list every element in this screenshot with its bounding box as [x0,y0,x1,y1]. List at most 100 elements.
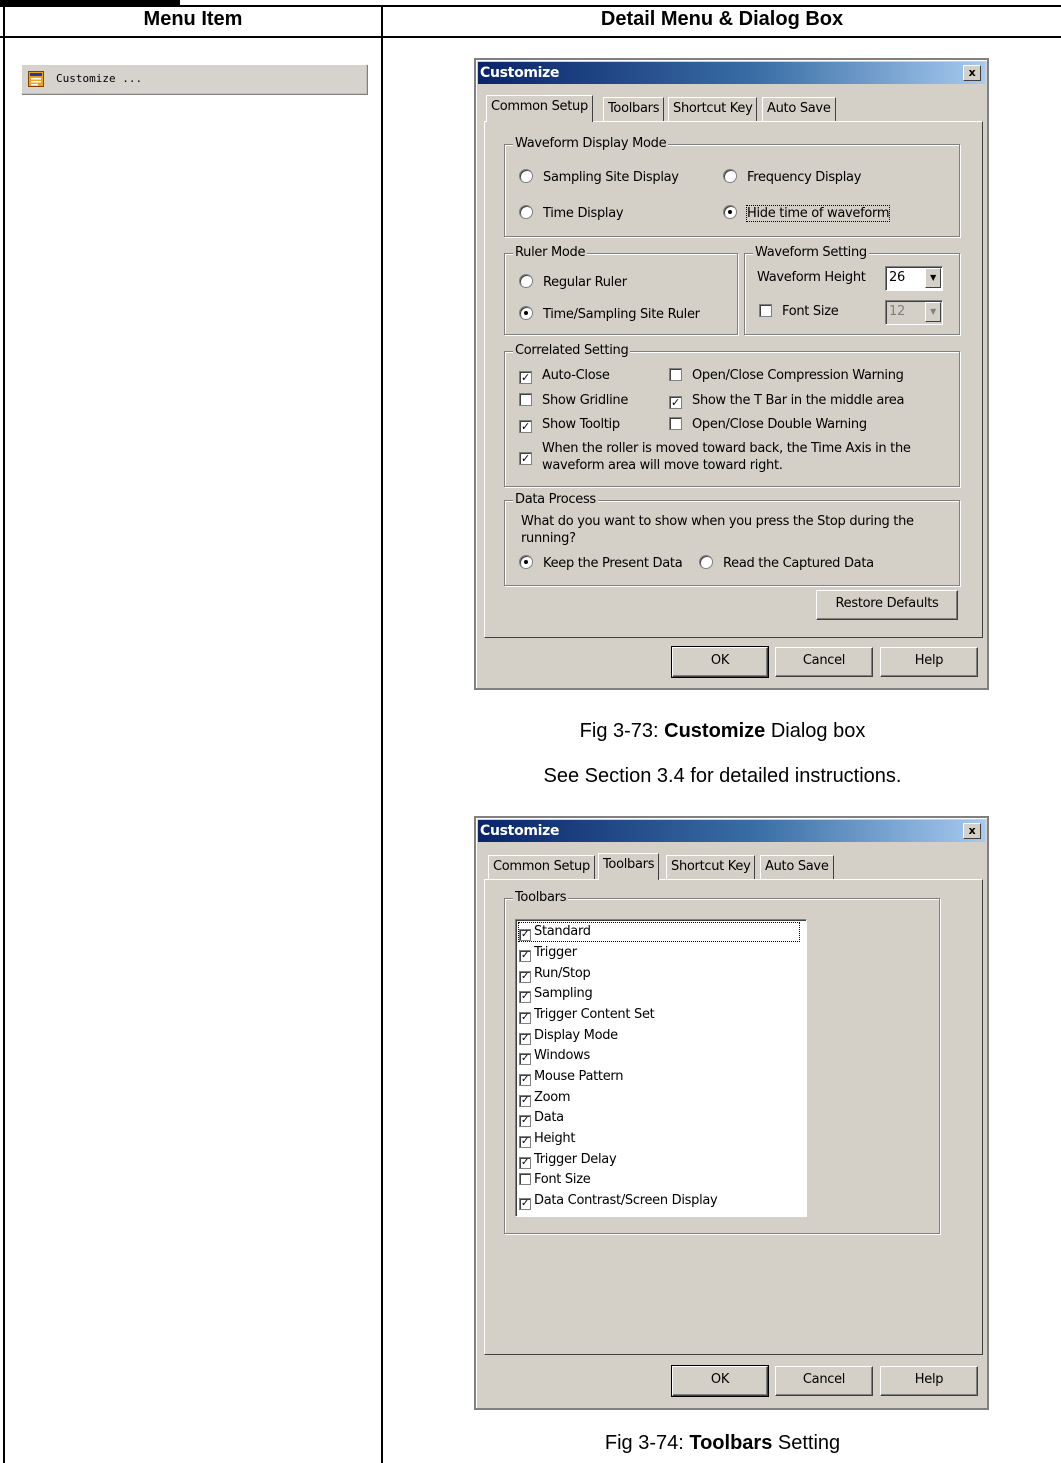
check-icon: ✓ [519,371,532,384]
checkbox-icon [669,417,682,430]
tab-auto-save[interactable]: Auto Save [760,855,834,880]
figure-caption-2: Fig 3-74: Toolbars Setting [604,1432,841,1454]
ok-button[interactable]: OK [671,646,769,678]
list-item[interactable]: ✓ Trigger Content Set [519,1006,655,1024]
list-item[interactable]: ✓ Sampling [519,985,593,1003]
check-icon: ✓ [519,971,531,983]
help-button[interactable]: Help [880,1366,978,1396]
customize-menu-item[interactable]: Customize ... [21,64,367,94]
time-sampling-ruler-radio[interactable]: Time/Sampling Site Ruler [519,306,700,323]
chevron-down-icon: ▼ [925,268,941,288]
cancel-button[interactable]: Cancel [775,1366,873,1396]
correlated-setting-group: Correlated Setting ✓ Auto-Close Open/Clos… [504,343,960,487]
checkbox-icon [759,304,772,317]
list-item[interactable]: ✓ Height [519,1130,575,1148]
check-icon: ✓ [519,1157,531,1169]
cancel-button[interactable]: Cancel [775,647,873,677]
tab-toolbars[interactable]: Toolbars [603,97,665,122]
toolbars-checklist[interactable]: ✓ Standard ✓ Trigger ✓ Run/Stop ✓ Sampling ✓… [515,919,807,1217]
list-item[interactable]: ✓ Display Mode [519,1027,618,1045]
keep-data-radio[interactable]: Keep the Present Data [519,555,683,572]
font-size-checkbox[interactable]: Font Size [759,304,839,320]
list-item[interactable]: ✓ Data [519,1109,564,1127]
font-size-select: 12 ▼ [885,300,943,325]
table-top-border [0,5,1061,7]
restore-defaults-button[interactable]: Restore Defaults [816,590,958,620]
check-icon: ✓ [519,950,531,962]
group-legend: Toolbars [513,890,569,905]
tab-common-setup[interactable]: Common Setup [486,95,593,122]
dialog-title-bar: Customize x [478,820,985,842]
read-data-radio[interactable]: Read the Captured Data [699,555,874,572]
column-header-detail: Detail Menu & Dialog Box [600,8,844,30]
tab-shortcut-key[interactable]: Shortcut Key [666,855,756,880]
roller-text-line2: waveform area will move toward right. [542,458,783,473]
show-tooltip-checkbox[interactable]: ✓ Show Tooltip [519,417,620,433]
list-item[interactable]: ✓ Mouse Pattern [519,1068,623,1086]
t-bar-checkbox[interactable]: ✓ Show the T Bar in the middle area [669,393,904,409]
radio-selected-icon [723,205,737,219]
checkbox-icon [519,1173,531,1185]
tab-shortcut-key[interactable]: Shortcut Key [668,97,758,122]
dialog-title-bar: Customize x [478,62,985,84]
radio-icon [519,274,533,288]
header-divider [0,36,1061,38]
roller-checkbox[interactable]: ✓ [519,449,542,465]
check-icon: ✓ [519,1136,531,1148]
see-section-note: See Section 3.4 for detailed instruction… [543,765,902,787]
radio-icon [699,555,713,569]
group-legend: Waveform Setting [753,245,869,260]
list-item[interactable]: ✓ Windows [519,1047,590,1065]
figure-caption-1: Fig 3-73: Customize Dialog box [579,720,866,742]
tab-toolbars[interactable]: Toolbars [598,853,660,880]
waveform-height-label: Waveform Height [757,270,866,285]
list-item[interactable]: ✓ Trigger Delay [519,1151,617,1169]
tab-auto-save[interactable]: Auto Save [762,97,836,122]
check-icon: ✓ [519,1053,531,1065]
double-warning-checkbox[interactable]: Open/Close Double Warning [669,417,867,433]
show-gridline-checkbox[interactable]: Show Gridline [519,393,628,409]
radio-icon [723,169,737,183]
table-left-border [3,5,5,1463]
time-display-radio[interactable]: Time Display [519,205,624,222]
radio-selected-icon [519,555,533,569]
help-button[interactable]: Help [880,647,978,677]
customize-menu-label: Customize ... [56,72,143,85]
close-icon[interactable]: x [963,823,981,839]
check-icon: ✓ [519,991,531,1003]
list-item[interactable]: ✓ Run/Stop [519,965,591,983]
checkbox-icon [669,368,682,381]
radio-icon [519,205,533,219]
ok-button[interactable]: OK [671,1365,769,1397]
checkbox-icon [519,393,532,406]
check-icon: ✓ [519,1198,531,1210]
check-icon: ✓ [519,420,532,433]
question-line1: What do you want to show when you press … [521,514,914,529]
list-item[interactable]: ✓ Standard [518,922,800,942]
compression-warning-checkbox[interactable]: Open/Close Compression Warning [669,368,904,384]
waveform-height-select[interactable]: 26 ▼ [885,266,943,291]
waveform-setting-group: Waveform Setting Waveform Height 26 ▼ Fo… [744,245,960,335]
group-legend: Correlated Setting [513,343,631,358]
list-item[interactable]: ✓ Trigger [519,944,577,962]
frequency-display-radio[interactable]: Frequency Display [723,169,861,186]
list-item[interactable]: Font Size [519,1171,591,1189]
radio-selected-icon [519,306,533,320]
check-icon: ✓ [519,929,531,941]
check-icon: ✓ [519,1115,531,1127]
hide-time-radio[interactable]: Hide time of waveform [723,205,891,222]
list-item[interactable]: ✓ Data Contrast/Screen Display [519,1192,718,1210]
list-item[interactable]: ✓ Zoom [519,1089,571,1107]
group-legend: Waveform Display Mode [513,136,669,151]
check-icon: ✓ [519,1095,531,1107]
customize-dialog-common: Customize x Common Setup Toolbars Shortc… [474,58,989,690]
regular-ruler-radio[interactable]: Regular Ruler [519,274,627,291]
sampling-site-radio[interactable]: Sampling Site Display [519,169,679,186]
group-legend: Ruler Mode [513,245,588,260]
tab-common-setup[interactable]: Common Setup [488,855,595,880]
ruler-mode-group: Ruler Mode Regular Ruler Time/Sampling S… [504,245,738,335]
auto-close-checkbox[interactable]: ✓ Auto-Close [519,368,610,384]
close-icon[interactable]: x [963,65,981,81]
dialog-title: Customize [480,823,560,839]
waveform-display-mode-group: Waveform Display Mode Sampling Site Disp… [504,136,960,237]
